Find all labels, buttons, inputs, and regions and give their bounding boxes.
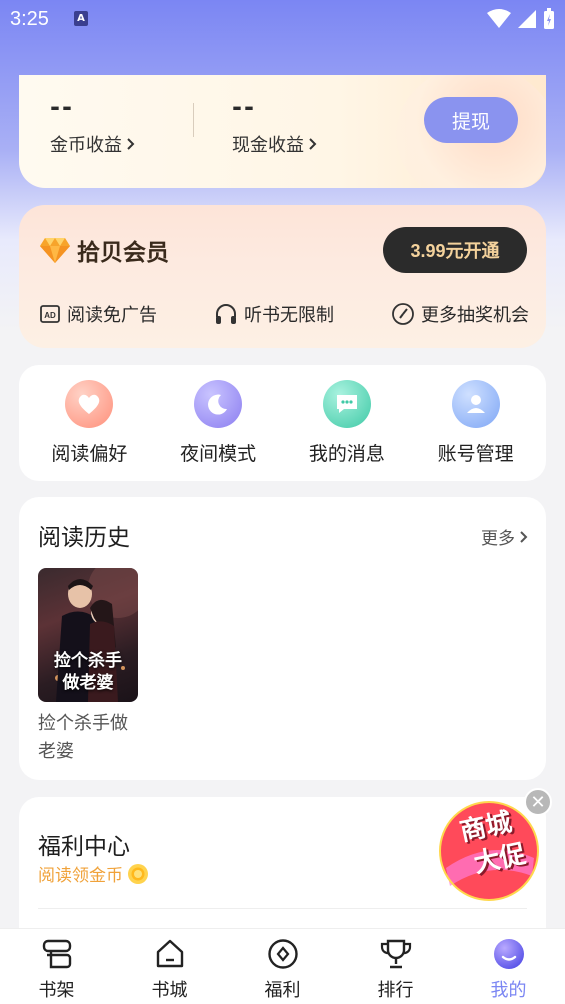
wifi-icon (487, 9, 511, 28)
tab-label: 书城 (151, 980, 188, 1001)
tab-welfare[interactable]: 福利 (226, 929, 339, 1004)
cover-title-line: 做老婆 (62, 673, 114, 693)
perk-label: 阅读免广告 (67, 305, 157, 326)
user-icon (451, 380, 500, 428)
chevron-right-icon (520, 530, 528, 543)
cash-earnings[interactable]: -- 现金收益 (232, 93, 317, 157)
coin-earnings-label: 金币收益 (50, 135, 122, 156)
vip-subscribe-button[interactable]: 3.99元开通 (383, 227, 527, 273)
cover-title-line: 捡个杀手 (54, 651, 122, 671)
cash-earnings-value: -- (232, 93, 256, 121)
tab-profile[interactable]: 我的 (452, 929, 565, 1004)
perk-label: 更多抽奖机会 (421, 305, 529, 326)
more-label: 更多 (481, 529, 515, 549)
heart-icon (65, 380, 114, 428)
bookstore-icon (156, 939, 183, 968)
promo-close-icon[interactable]: ✕ (524, 788, 552, 816)
moon-icon (194, 380, 243, 428)
bottom-tab-bar: 书架 书城 福利 排行 我的 (0, 928, 565, 1004)
perk-label: 听书无限制 (244, 305, 334, 326)
tool-reading-preference[interactable]: 阅读偏好 (34, 380, 144, 466)
perk-listen: 听书无限制 (214, 301, 334, 327)
tool-label: 阅读偏好 (51, 443, 128, 465)
tool-account[interactable]: 账号管理 (421, 380, 531, 466)
welfare-subtitle-row: 阅读领金币 (38, 861, 149, 886)
bookshelf-icon (42, 939, 71, 969)
coin-earnings[interactable]: -- 金币收益 (50, 93, 135, 157)
tool-night-mode[interactable]: 夜间模式 (163, 380, 273, 466)
svg-text:AD: AD (44, 311, 56, 320)
tab-label: 福利 (264, 980, 301, 1001)
history-more-link[interactable]: 更多 (481, 524, 528, 549)
message-icon (322, 380, 371, 428)
tab-label: 书架 (38, 980, 75, 1001)
welfare-icon (267, 939, 298, 969)
earnings-card: -- 金币收益 -- 现金收益 提现 (19, 75, 546, 188)
vip-perks: AD 阅读免广告 听书无限制 更多抽奖机会 (39, 301, 529, 327)
mall-promo-badge[interactable]: 商城 大促 (436, 798, 543, 904)
notification-icon: A (74, 11, 88, 26)
history-title: 阅读历史 (38, 525, 130, 551)
clock-icon (392, 303, 414, 325)
coin-earnings-label-row: 金币收益 (50, 131, 135, 157)
quick-tools: 阅读偏好 夜间模式 我的消息 账号管理 (19, 365, 546, 481)
book-cover: 捡个杀手 做老婆 (38, 568, 138, 702)
tab-bookshelf[interactable]: 书架 (0, 929, 113, 1004)
status-bar: 3:25 A (0, 0, 565, 40)
tab-ranking[interactable]: 排行 (339, 929, 452, 1004)
coin-earnings-value: -- (50, 93, 74, 121)
diamond-icon (40, 238, 70, 263)
perk-lottery: 更多抽奖机会 (391, 301, 529, 327)
reading-history: 阅读历史 更多 捡个杀手 做老婆 捡个杀手做老婆 (19, 497, 546, 780)
tab-label: 我的 (490, 980, 527, 1001)
tool-messages[interactable]: 我的消息 (292, 380, 402, 466)
signal-icon (518, 10, 536, 28)
battery-icon (544, 8, 554, 29)
vip-title-row: 拾贝会员 (39, 233, 169, 267)
profile-icon (493, 939, 524, 969)
welfare-divider (38, 908, 527, 909)
welfare-subtitle: 阅读领金币 (38, 866, 123, 886)
vip-title: 拾贝会员 (77, 239, 169, 266)
status-icons (487, 8, 555, 30)
withdraw-button[interactable]: 提现 (424, 97, 518, 143)
headphones-icon (216, 304, 236, 324)
tool-label: 我的消息 (308, 443, 385, 465)
tab-label: 排行 (377, 980, 414, 1001)
history-book[interactable]: 捡个杀手 做老婆 捡个杀手做老婆 (38, 568, 138, 766)
chevron-right-icon (127, 138, 135, 150)
ad-free-icon: AD (40, 305, 60, 323)
tool-label: 账号管理 (437, 443, 514, 465)
trophy-icon (380, 939, 411, 969)
coin-icon (128, 863, 148, 884)
book-name: 捡个杀手做老婆 (38, 713, 128, 762)
chevron-right-icon (309, 138, 317, 150)
earnings-divider (193, 103, 194, 137)
tab-bookstore[interactable]: 书城 (113, 929, 226, 1004)
cash-earnings-label: 现金收益 (232, 135, 304, 156)
status-time: 3:25 (10, 8, 49, 30)
cash-earnings-label-row: 现金收益 (232, 131, 317, 157)
perk-ad-free: AD 阅读免广告 (39, 301, 157, 327)
tool-label: 夜间模式 (180, 443, 257, 465)
book-cover-title: 捡个杀手 做老婆 (38, 650, 138, 694)
vip-card[interactable]: 拾贝会员 3.99元开通 AD 阅读免广告 听书无限制 更多抽奖机会 (19, 205, 546, 348)
welfare-title: 福利中心 (38, 834, 130, 860)
